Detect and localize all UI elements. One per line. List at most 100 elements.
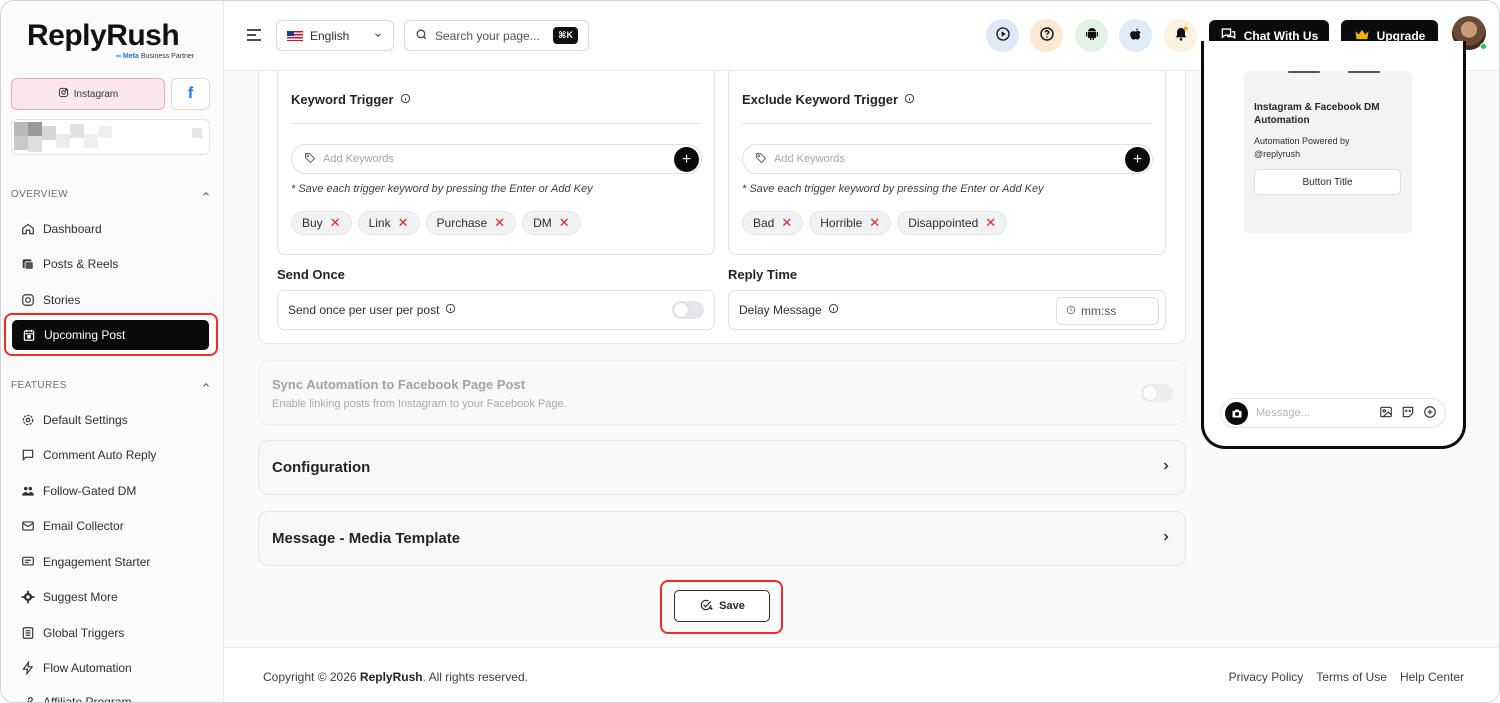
notifications-button[interactable] <box>1164 19 1197 52</box>
chip-label: Disappointed <box>908 216 979 230</box>
send-once-toggle[interactable] <box>672 301 704 319</box>
android-app-button[interactable] <box>1075 19 1108 52</box>
keyword-trigger-panel: Keyword Trigger Add Keywords + * Save ea… <box>277 71 715 255</box>
media-template-accordion[interactable]: Message - Media Template <box>258 511 1186 566</box>
preview-title: Instagram & Facebook DM Automation <box>1254 102 1380 126</box>
close-icon[interactable]: ✕ <box>330 215 341 231</box>
save-button[interactable]: Save <box>674 590 770 622</box>
sidebar-item-label: Comment Auto Reply <box>43 448 157 462</box>
help-button[interactable] <box>1030 19 1063 52</box>
preview-button[interactable]: Button Title <box>1254 169 1401 195</box>
media-template-title: Message - Media Template <box>272 530 461 547</box>
add-exclude-keyword-button[interactable]: + <box>1125 147 1150 172</box>
help-center-link[interactable]: Help Center <box>1400 670 1464 684</box>
save-button-label: Save <box>719 600 745 612</box>
divider <box>291 123 701 124</box>
comment-icon <box>21 448 35 462</box>
sync-toggle[interactable] <box>1141 384 1173 402</box>
chip-label: Buy <box>302 216 323 230</box>
sidebar-item-global-triggers[interactable]: Global Triggers <box>21 622 211 644</box>
meta-badge-label: ∞ Meta <box>116 53 139 60</box>
exclude-keyword-input[interactable]: Add Keywords + <box>742 144 1153 174</box>
close-icon[interactable]: ✕ <box>398 215 409 231</box>
sidebar-item-dashboard[interactable]: Dashboard <box>21 218 211 240</box>
sidebar-item-stories[interactable]: Stories <box>21 289 211 311</box>
keyword-input[interactable]: Add Keywords + <box>291 144 702 174</box>
hamburger-icon[interactable] <box>246 28 262 45</box>
sidebar-item-label: Stories <box>43 293 81 307</box>
close-icon[interactable]: ✕ <box>985 215 996 231</box>
brand-logo[interactable]: ReplyRush <box>27 19 180 53</box>
language-select[interactable]: English <box>276 20 394 51</box>
sync-facebook-section: Sync Automation to Facebook Page Post En… <box>258 360 1186 425</box>
chevron-right-icon <box>1160 459 1172 476</box>
plus-circle-icon[interactable] <box>1423 405 1437 422</box>
play-icon <box>995 26 1011 45</box>
overview-section-header[interactable]: OVERVIEW <box>11 189 211 202</box>
preview-subtitle: Automation Powered by @replyrush <box>1254 135 1404 161</box>
video-tutorial-button[interactable] <box>986 19 1019 52</box>
delay-time-input[interactable]: mm:ss <box>1056 297 1159 325</box>
close-icon[interactable]: ✕ <box>869 215 880 231</box>
send-once-row: Send once per user per post <box>277 290 715 330</box>
highlight-upcoming-post <box>4 313 218 356</box>
info-icon[interactable] <box>445 303 456 317</box>
chip-label: Link <box>368 216 391 230</box>
overview-title: OVERVIEW <box>11 189 68 200</box>
camera-icon[interactable] <box>1225 401 1248 425</box>
facebook-account-tab[interactable]: f <box>171 78 210 110</box>
info-icon[interactable] <box>400 92 411 107</box>
facebook-icon: f <box>187 85 194 102</box>
keyword-chip: Bad ✕ <box>742 211 804 235</box>
sidebar-item-comment-auto-reply[interactable]: Comment Auto Reply <box>21 444 211 466</box>
instagram-account-tab[interactable]: Instagram <box>11 78 165 110</box>
sidebar-item-label: Follow-Gated DM <box>43 484 137 498</box>
sticker-icon[interactable] <box>1401 405 1415 422</box>
search-input[interactable]: Search your page... ⌘K <box>404 20 589 51</box>
instagram-icon <box>21 293 35 307</box>
keyword-trigger-label: Keyword Trigger <box>291 92 394 107</box>
chevron-up-icon <box>201 380 211 393</box>
sidebar-item-default-settings[interactable]: Default Settings <box>21 409 211 431</box>
ios-app-button[interactable] <box>1119 19 1152 52</box>
account-selector[interactable] <box>11 119 210 155</box>
features-section-header[interactable]: FEATURES <box>11 380 211 393</box>
info-icon[interactable] <box>828 303 839 317</box>
configuration-accordion[interactable]: Configuration <box>258 440 1186 495</box>
chip-label: DM <box>533 216 552 230</box>
reply-time-title: Reply Time <box>728 267 798 282</box>
close-icon[interactable]: ✕ <box>781 215 792 231</box>
keyword-input-placeholder: Add Keywords <box>323 153 394 165</box>
preview-message-bar: Message... <box>1220 398 1446 428</box>
terms-of-use-link[interactable]: Terms of Use <box>1316 670 1387 684</box>
sidebar-item-flow-automation[interactable]: Flow Automation <box>21 657 211 679</box>
footer-links: Privacy Policy Terms of Use Help Center <box>1229 670 1464 684</box>
sidebar-item-posts-reels[interactable]: Posts & Reels <box>21 253 211 275</box>
tag-icon <box>755 152 767 167</box>
delay-message-label: Delay Message <box>739 303 822 317</box>
sidebar-item-label: Posts & Reels <box>43 257 119 271</box>
close-icon[interactable]: ✕ <box>559 215 570 231</box>
exclude-keyword-hint: * Save each trigger keyword by pressing … <box>742 183 1044 195</box>
close-icon[interactable]: ✕ <box>494 215 505 231</box>
add-keyword-button[interactable]: + <box>674 147 699 172</box>
privacy-policy-link[interactable]: Privacy Policy <box>1229 670 1304 684</box>
divider <box>742 123 1152 124</box>
exclude-trigger-title: Exclude Keyword Trigger <box>742 92 915 107</box>
sidebar-item-follow-gated-dm[interactable]: Follow-Gated DM <box>21 480 211 502</box>
sidebar-item-email-collector[interactable]: Email Collector <box>21 515 211 537</box>
reply-time-row: Delay Message mm:ss <box>728 290 1166 330</box>
copyright-suffix: . All rights reserved. <box>422 670 528 684</box>
link-icon <box>21 695 35 702</box>
keyword-chip: DM ✕ <box>522 211 581 235</box>
chip-label: Horrible <box>820 216 863 230</box>
sidebar-item-suggest-more[interactable]: Suggest More <box>21 586 211 608</box>
chevron-up-icon <box>201 189 211 202</box>
info-icon[interactable] <box>904 92 915 107</box>
chat-icon <box>21 555 35 569</box>
sidebar-item-engagement-starter[interactable]: Engagement Starter <box>21 551 211 573</box>
gallery-icon[interactable] <box>1379 405 1393 422</box>
sidebar-item-affiliate-program[interactable]: Affiliate Program <box>21 691 211 702</box>
online-status-dot <box>1480 43 1487 50</box>
dm-preview-phone: Instagram & Facebook DM Automation Autom… <box>1201 41 1466 449</box>
